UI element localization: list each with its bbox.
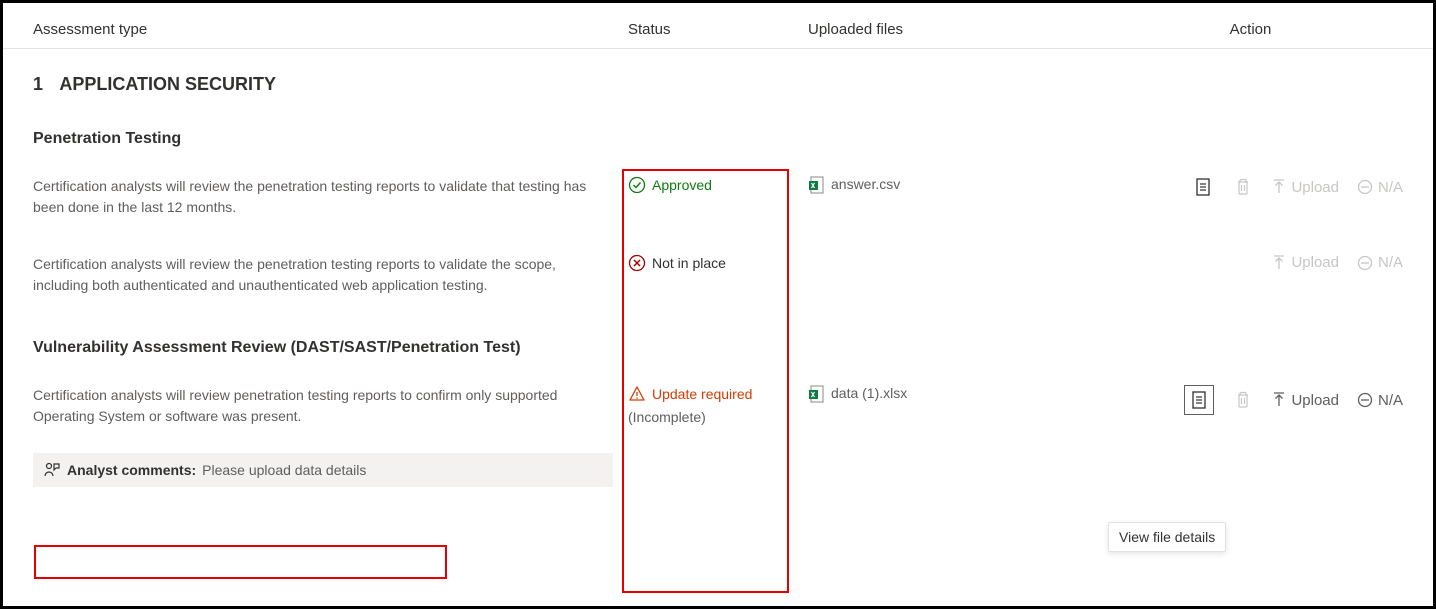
file-name: answer.csv bbox=[831, 176, 900, 192]
subsection-title: Penetration Testing bbox=[3, 105, 1433, 158]
status-cell: Approved bbox=[628, 176, 808, 194]
na-circle-icon bbox=[1357, 392, 1373, 408]
na-button: N/A bbox=[1357, 254, 1403, 271]
excel-file-icon bbox=[808, 176, 824, 192]
na-button: N/A bbox=[1357, 179, 1403, 196]
table-row: Certification analysts will review the p… bbox=[3, 236, 1433, 314]
status-label: Not in place bbox=[652, 255, 726, 271]
upload-arrow-icon bbox=[1272, 392, 1286, 408]
table-header: Assessment type Status Uploaded files Ac… bbox=[3, 13, 1433, 49]
delete-button bbox=[1232, 389, 1254, 411]
file-name: data (1).xlsx bbox=[831, 385, 907, 401]
file-cell: data (1).xlsx bbox=[808, 385, 1098, 401]
checkmark-circle-icon bbox=[628, 176, 646, 194]
status-label: Update required bbox=[652, 386, 752, 402]
status-label: Approved bbox=[652, 177, 712, 193]
file-cell: answer.csv bbox=[808, 176, 1098, 192]
status-sublabel: (Incomplete) bbox=[628, 409, 808, 425]
assessment-container: Assessment type Status Uploaded files Ac… bbox=[0, 0, 1436, 609]
action-cell: Upload N/A bbox=[1098, 385, 1403, 415]
table-row: Certification analysts will review penet… bbox=[3, 367, 1433, 445]
header-assessment: Assessment type bbox=[33, 21, 628, 38]
warning-triangle-icon bbox=[628, 385, 646, 403]
annotation-highlight-comments bbox=[34, 545, 447, 579]
excel-file-icon bbox=[808, 385, 824, 401]
na-circle-icon bbox=[1357, 255, 1373, 271]
header-files: Uploaded files bbox=[808, 21, 1098, 38]
upload-button: Upload bbox=[1272, 179, 1339, 196]
tooltip: View file details bbox=[1108, 522, 1226, 552]
na-button[interactable]: N/A bbox=[1357, 392, 1403, 409]
status-cell: Update required (Incomplete) bbox=[628, 385, 808, 425]
header-action: Action bbox=[1098, 21, 1403, 38]
table-row: Certification analysts will review the p… bbox=[3, 158, 1433, 236]
section-header: 1 APPLICATION SECURITY bbox=[3, 49, 1433, 105]
x-circle-icon bbox=[628, 254, 646, 272]
view-file-details-button[interactable] bbox=[1184, 385, 1214, 415]
upload-arrow-icon bbox=[1272, 179, 1286, 195]
upload-arrow-icon bbox=[1272, 255, 1286, 271]
analyst-comments: Analyst comments: Please upload data det… bbox=[33, 453, 613, 487]
section-number: 1 bbox=[33, 74, 43, 95]
row-description: Certification analysts will review the p… bbox=[33, 176, 628, 218]
delete-button bbox=[1232, 176, 1254, 198]
na-circle-icon bbox=[1357, 179, 1373, 195]
subsection-title: Vulnerability Assessment Review (DAST/SA… bbox=[3, 314, 1433, 367]
header-status: Status bbox=[628, 21, 808, 38]
analyst-comments-label: Analyst comments: bbox=[67, 462, 196, 478]
status-cell: Not in place bbox=[628, 254, 808, 272]
row-description: Certification analysts will review the p… bbox=[33, 254, 628, 296]
action-cell: Upload N/A bbox=[1098, 176, 1403, 198]
row-description: Certification analysts will review penet… bbox=[33, 385, 628, 427]
upload-button[interactable]: Upload bbox=[1272, 392, 1339, 409]
person-feedback-icon bbox=[43, 461, 61, 479]
upload-button: Upload bbox=[1272, 254, 1339, 271]
view-file-details-button[interactable] bbox=[1192, 176, 1214, 198]
analyst-comments-text: Please upload data details bbox=[202, 462, 366, 478]
action-cell: Upload N/A bbox=[1098, 254, 1403, 271]
section-title: APPLICATION SECURITY bbox=[59, 74, 276, 94]
